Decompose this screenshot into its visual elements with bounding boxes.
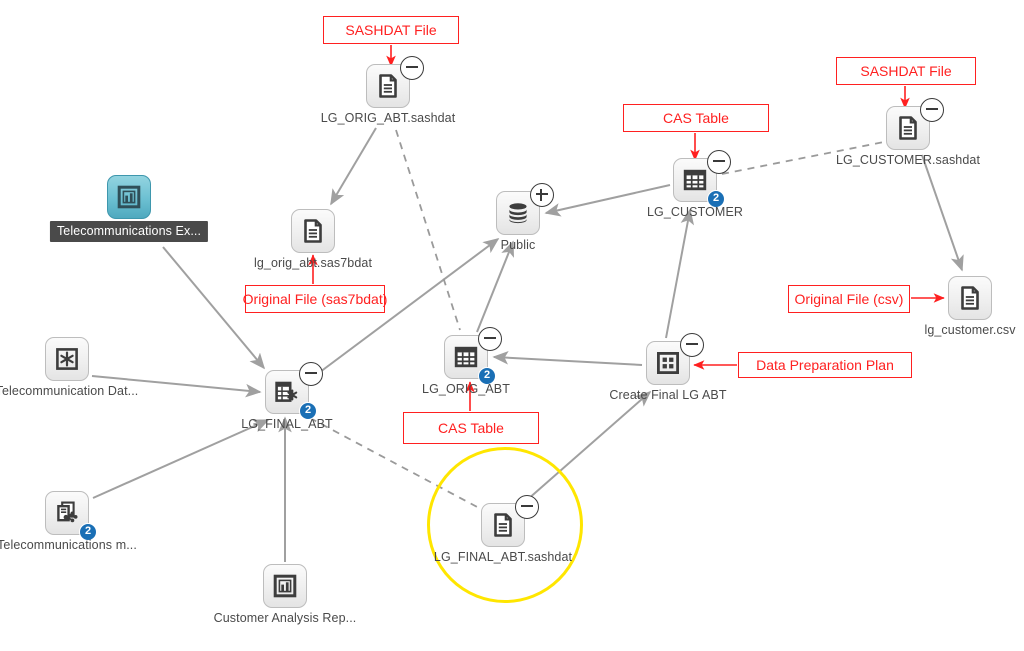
node-label: Telecommunications m...: [0, 538, 137, 552]
document-icon[interactable]: [291, 209, 335, 253]
node-label: lg_customer.csv: [924, 323, 1016, 337]
expand-plus-icon[interactable]: [530, 183, 554, 207]
annotation-callout: SASHDAT File: [323, 16, 459, 44]
lineage-canvas[interactable]: LG_ORIG_ABT.sashdat Telecommunications Ex…: [0, 0, 1024, 651]
collapse-minus-icon[interactable]: [920, 98, 944, 122]
annotation-callout: Original File (sas7bdat): [243, 285, 387, 313]
node-label: Telecommunication Dat...: [0, 384, 139, 398]
annotation-callout: Original File (csv): [788, 285, 910, 313]
annotation-callout: CAS Table: [403, 412, 539, 444]
node-label: LG_FINAL_ABT: [241, 417, 333, 431]
graph-edges-dashed: [309, 129, 885, 510]
report-icon[interactable]: [107, 175, 151, 219]
node-label: LG_FINAL_ABT.sashdat: [433, 550, 573, 564]
node-label: LG_CUSTOMER.sashdat: [835, 153, 981, 167]
collapse-minus-icon[interactable]: [299, 362, 323, 386]
asterisk-icon[interactable]: [45, 337, 89, 381]
node-label: LG_ORIG_ABT.sashdat: [320, 111, 456, 125]
node-label: Create Final LG ABT: [609, 388, 727, 402]
node-label: lg_orig_abt.sas7bdat: [253, 256, 373, 270]
node-label: Public: [500, 238, 536, 252]
annotation-callout: CAS Table: [623, 104, 769, 132]
node-label: Customer Analysis Rep...: [213, 611, 357, 625]
collapse-minus-icon[interactable]: [400, 56, 424, 80]
annotation-callout: Data Preparation Plan: [738, 352, 912, 378]
collapse-minus-icon[interactable]: [515, 495, 539, 519]
report-icon[interactable]: [263, 564, 307, 608]
node-label: LG_ORIG_ABT: [422, 382, 510, 396]
node-label: Telecommunications Ex...: [49, 221, 209, 242]
annotation-callout: SASHDAT File: [836, 57, 976, 85]
collapse-minus-icon[interactable]: [680, 333, 704, 357]
node-label: LG_CUSTOMER: [646, 205, 744, 219]
collapse-minus-icon[interactable]: [707, 150, 731, 174]
collapse-minus-icon[interactable]: [478, 327, 502, 351]
document-icon[interactable]: [948, 276, 992, 320]
